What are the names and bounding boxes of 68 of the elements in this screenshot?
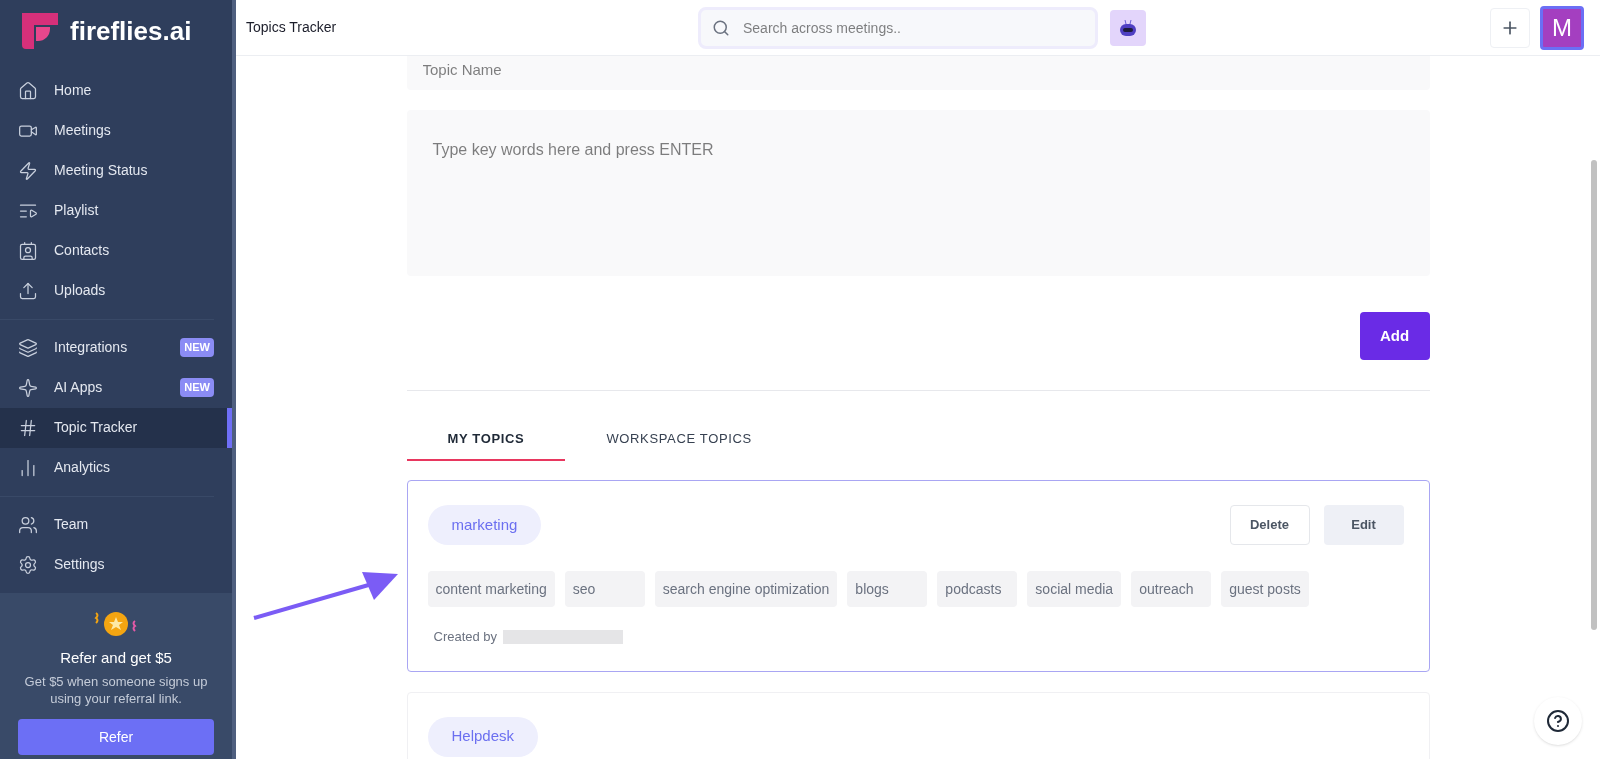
sidebar-item[interactable]: Meetings bbox=[0, 110, 232, 151]
keyword-chip: blogs bbox=[847, 571, 928, 607]
sidebar-item-label: Uploads bbox=[54, 281, 107, 301]
sidebar-item-label: Settings bbox=[54, 555, 106, 575]
delete-button[interactable]: Delete bbox=[1229, 505, 1310, 545]
sidebar-item-label: Playlist bbox=[54, 201, 100, 221]
topic-name-tag: marketing bbox=[427, 505, 542, 545]
sidebar-item-label: Topic Tracker bbox=[54, 418, 139, 438]
topics-tab[interactable]: WORKSPACE TOPICS bbox=[565, 419, 793, 461]
sidebar-item[interactable]: Team bbox=[0, 504, 232, 545]
keyword-chip: social media bbox=[1027, 571, 1122, 607]
robot-icon bbox=[1118, 18, 1138, 37]
page-title: Topics Tracker bbox=[246, 18, 338, 37]
team-icon bbox=[18, 514, 38, 535]
topic-name-tag: Helpdesk bbox=[427, 716, 539, 757]
help-button[interactable] bbox=[1534, 697, 1582, 745]
keyword-chip: outreach bbox=[1131, 571, 1212, 607]
layers-icon bbox=[18, 337, 38, 358]
help-icon bbox=[1546, 709, 1570, 733]
lightning-icon bbox=[18, 160, 38, 181]
sparkle-icon bbox=[18, 377, 38, 398]
sidebar-item[interactable]: Topic Tracker bbox=[0, 407, 232, 448]
topics-tab[interactable]: MY TOPICS bbox=[406, 419, 566, 461]
sidebar-item-label: Integrations bbox=[54, 338, 129, 358]
active-indicator bbox=[227, 407, 232, 448]
contacts-icon bbox=[18, 240, 38, 261]
brand-name: fireflies.ai bbox=[70, 14, 192, 48]
referral-title: Refer and get $5 bbox=[60, 647, 172, 668]
sidebar-item[interactable]: Analytics bbox=[0, 447, 232, 488]
sidebar-item-label: Meetings bbox=[54, 121, 112, 141]
add-button[interactable]: Add bbox=[1359, 312, 1430, 360]
sidebar-item-label: Meeting Status bbox=[54, 161, 149, 181]
sidebar-item-label: Team bbox=[54, 515, 90, 535]
sidebar-item[interactable]: Home bbox=[0, 70, 232, 111]
refer-button[interactable]: Refer bbox=[18, 719, 214, 756]
keyword-chip: podcasts bbox=[937, 571, 1018, 607]
sidebar-item-label: Analytics bbox=[54, 458, 112, 478]
new-badge: NEW bbox=[180, 338, 214, 357]
sidebar-item-label: Home bbox=[54, 81, 93, 101]
keyword-chip: seo bbox=[564, 571, 645, 607]
sidebar-item[interactable]: Playlist bbox=[0, 190, 232, 231]
search-icon bbox=[712, 18, 730, 37]
sidebar-item-label: AI Apps bbox=[54, 378, 104, 398]
keyword-chip: guest posts bbox=[1221, 571, 1309, 607]
keywords-field[interactable]: Type key words here and press ENTER bbox=[406, 110, 1430, 276]
keyword-chip: content marketing bbox=[427, 571, 555, 607]
add-new-button[interactable] bbox=[1490, 7, 1530, 48]
home-icon bbox=[18, 80, 38, 101]
edit-button[interactable]: Edit bbox=[1323, 505, 1404, 545]
topic-name-field[interactable]: Topic Name bbox=[406, 56, 1430, 90]
sidebar-item[interactable]: Uploads bbox=[0, 270, 232, 311]
sidebar-item[interactable]: Integrations NEW bbox=[0, 327, 232, 368]
created-by-label: Created by bbox=[433, 628, 498, 646]
hash-icon bbox=[18, 417, 38, 438]
new-badge: NEW bbox=[180, 378, 214, 397]
robot-button[interactable] bbox=[1110, 9, 1146, 46]
keyword-chip: search engine optimization bbox=[654, 571, 838, 607]
referral-text: Get $5 when someone signs up using your referral link. bbox=[23, 673, 209, 708]
sidebar-item[interactable]: Contacts bbox=[0, 230, 232, 271]
sidebar-item[interactable]: Meeting Status bbox=[0, 150, 232, 191]
sidebar-item[interactable]: AI Apps NEW bbox=[0, 367, 232, 408]
upload-icon bbox=[18, 280, 38, 301]
user-avatar[interactable]: M bbox=[1540, 5, 1584, 50]
search-field[interactable]: Search across meetings.. bbox=[698, 6, 1098, 49]
sidebar-item[interactable]: Settings bbox=[0, 544, 232, 585]
logo-icon bbox=[22, 13, 58, 50]
sidebar-item-label: Contacts bbox=[54, 241, 111, 261]
settings-icon bbox=[18, 554, 38, 575]
